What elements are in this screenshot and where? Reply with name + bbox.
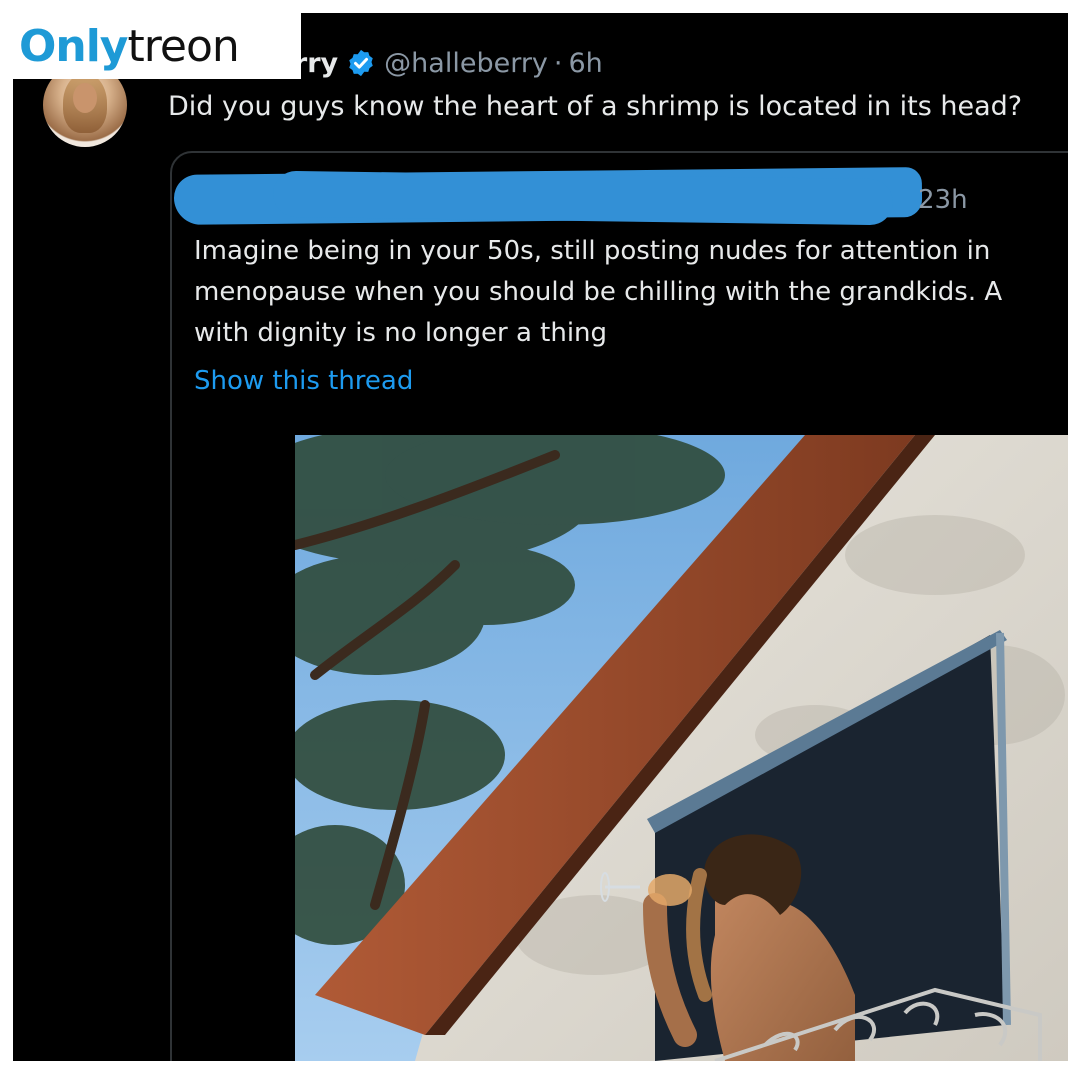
- tweet-screenshot: Halle Berry @halleberry · 6h Did you guy…: [13, 13, 1068, 1061]
- quoted-tweet-timestamp[interactable]: 23h: [918, 183, 968, 217]
- watermark-text-only: Only: [19, 20, 128, 72]
- watermark-text-treon: treon: [127, 20, 240, 72]
- author-handle[interactable]: @halleberry: [384, 48, 548, 79]
- watermark-logo: Only treon: [13, 13, 301, 79]
- avatar-face: [73, 83, 97, 113]
- woman-on-balcony-drinking-wine-photo[interactable]: [295, 435, 1068, 1061]
- tweet-text: Did you guys know the heart of a shrimp …: [168, 91, 1023, 122]
- tweet-timestamp[interactable]: 6h: [569, 48, 603, 79]
- photo-illustration: [295, 435, 1068, 1061]
- header-separator: ·: [553, 47, 563, 79]
- show-thread-link[interactable]: Show this thread: [194, 361, 413, 401]
- redaction-scribble: [272, 170, 894, 226]
- verified-badge-icon: [349, 49, 373, 77]
- quoted-tweet-text: Imagine being in your 50s, still posting…: [194, 236, 1003, 348]
